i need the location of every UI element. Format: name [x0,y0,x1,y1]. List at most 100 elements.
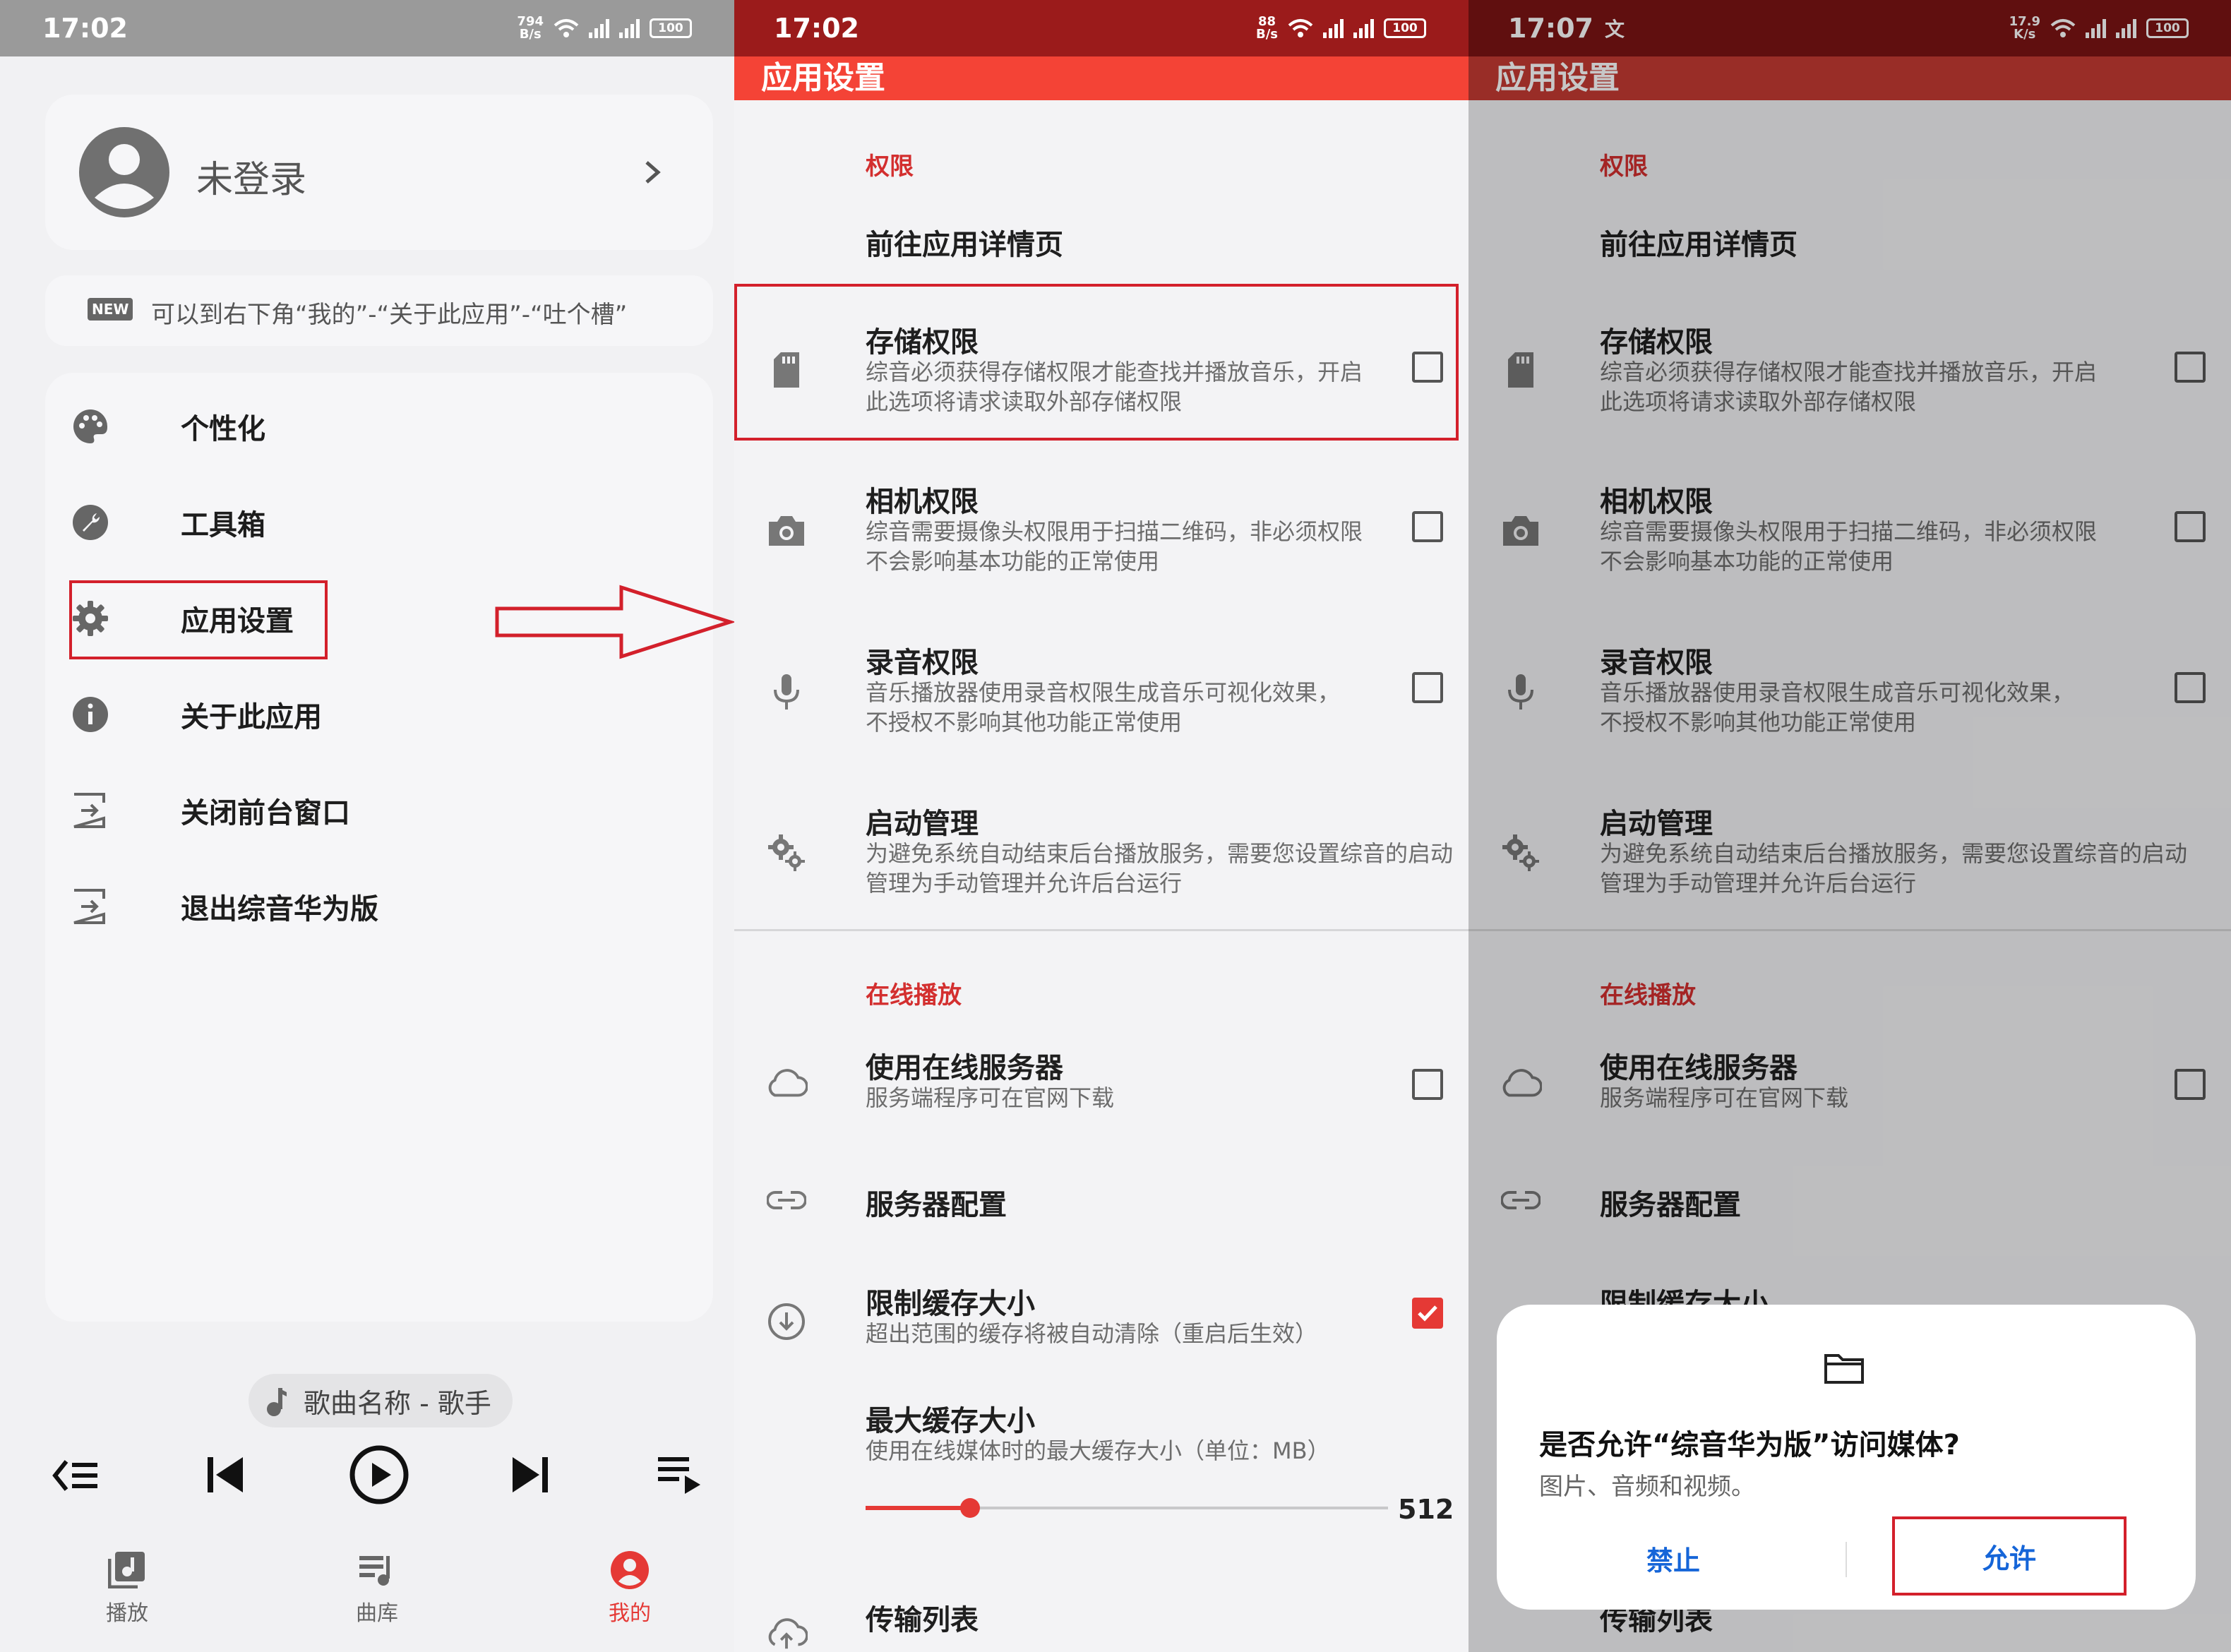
permission-dialog-screen: 17:07 文 17.9 K/s 100 应用设置 权限 前往应用详情页 存储权限… [1469,0,2231,1652]
camera-checkbox[interactable] [1412,511,1443,542]
battery-icon: 100 [650,18,692,38]
notice-text: 可以到右下角“我的”-“关于此应用”-“吐个槽” [151,301,628,329]
wifi-icon [1288,19,1313,37]
permission-dialog: 是否允许“综音华为版”访问媒体? 图片、音频和视频。 禁止 允许 [1497,1305,2196,1610]
menu-label: 退出综音华为版 [181,893,378,926]
setting-app-detail[interactable]: 前往应用详情页 [734,212,1469,275]
cache-slider-fill [866,1506,970,1510]
setting-cache-limit[interactable]: 限制缓存大小 超出范围的缓存将被自动清除（重启后生效） [734,1271,1469,1370]
setting-microphone[interactable]: 录音权限 音乐播放器使用录音权限生成音乐可视化效果，不授权不影响其他功能正常使用 [734,627,1469,761]
setting-title: 录音权限 [866,647,979,679]
nav-label: 播放 [106,1601,148,1626]
battery-icon: 100 [1384,18,1426,38]
highlight-box [69,580,328,659]
menu-item-personalize[interactable]: 个性化 [71,391,265,462]
status-time: 17:02 [42,13,128,44]
info-icon [73,697,108,732]
status-time: 17:02 [774,13,859,44]
setting-title: 相机权限 [866,486,979,518]
deny-button[interactable]: 禁止 [1539,1525,1807,1591]
exit-icon [73,793,105,828]
next-icon[interactable] [511,1454,549,1495]
account-icon [611,1551,649,1589]
folder-icon [1824,1354,1864,1384]
setting-title: 使用在线服务器 [866,1052,1063,1084]
setting-desc: 使用在线媒体时的最大缓存大小（单位：MB） [866,1437,1330,1464]
setting-online-server[interactable]: 使用在线服务器 服务端程序可在官网下载 [734,1038,1469,1130]
wifi-icon [554,19,579,37]
microphone-checkbox[interactable] [1412,672,1443,703]
play-icon[interactable] [349,1444,409,1505]
highlight-box [734,284,1459,441]
section-permissions: 权限 [866,152,914,181]
button-divider [1846,1542,1847,1577]
nav-label: 我的 [609,1601,651,1626]
setting-title: 限制缓存大小 [866,1288,1035,1320]
music-library-icon [107,1552,145,1589]
palette-icon [73,409,108,443]
now-playing-text: 歌曲名称 - 歌手 [304,1387,491,1419]
link-icon [767,1191,806,1209]
status-bar: 17:02 88 B/s 100 [734,0,1469,56]
main-menu-screen: 17:02 794 B/s 100 未登录 NEW 可以到右下角“我的”-“关于此… [0,0,734,1652]
setting-title: 服务器配置 [866,1189,1007,1221]
profile-name: 未登录 [196,159,307,201]
nav-library[interactable]: 曲库 [335,1550,419,1627]
cache-slider-thumb[interactable] [960,1498,980,1518]
setting-desc: 超出范围的缓存将被自动清除（重启后生效） [866,1320,1318,1347]
cloud-upload-icon [768,1618,808,1649]
section-online: 在线播放 [866,981,962,1010]
download-icon [768,1303,805,1340]
chevron-right-icon [645,161,661,184]
online-server-checkbox[interactable] [1412,1069,1443,1100]
menu-item-about[interactable]: 关于此应用 [71,679,322,750]
gears-icon [768,834,805,871]
music-note-icon [267,1388,287,1416]
menu-item-close-foreground[interactable]: 关闭前台窗口 [71,775,350,846]
nav-play[interactable]: 播放 [85,1550,169,1627]
now-playing-chip[interactable]: 歌曲名称 - 歌手 [249,1374,513,1427]
account-circle-icon [79,127,169,217]
dialog-title: 是否允许“综音华为版”访问媒体? [1539,1429,1960,1461]
check-icon [1418,1305,1437,1322]
wrench-icon [73,505,108,540]
signal-icon [589,18,609,38]
queue-music-icon [359,1556,390,1586]
app-bar-title: 应用设置 [734,56,1469,100]
camera-icon [769,516,804,546]
menu-item-exit-app[interactable]: 退出综音华为版 [71,871,378,942]
setting-server-config[interactable]: 服务器配置 [734,1165,1469,1235]
menu-label: 关闭前台窗口 [181,797,350,830]
cloud-icon [768,1069,808,1097]
microphone-icon [774,674,799,710]
menu-label: 工具箱 [181,509,265,541]
exit-icon [73,889,105,924]
dialog-desc: 图片、音频和视频。 [1539,1473,1755,1501]
setting-cache-max: 最大缓存大小 使用在线媒体时的最大缓存大小（单位：MB） 512 [734,1388,1469,1529]
playlist-mode-icon[interactable] [51,1456,100,1495]
new-badge: NEW [88,298,133,321]
net-speed: 88 B/s [1255,14,1278,42]
deny-label: 禁止 [1646,1545,1700,1576]
setting-camera[interactable]: 相机权限 综音需要摄像头权限用于扫描二维码，非必须权限不会影响基本功能的正常使用 [734,466,1469,600]
cache-limit-checkbox[interactable] [1412,1298,1443,1329]
setting-title: 启动管理 [866,808,979,840]
menu-label: 个性化 [181,413,265,445]
setting-desc: 音乐播放器使用录音权限生成音乐可视化效果，不授权不影响其他功能正常使用 [866,679,1341,736]
signal-icon [1323,18,1344,38]
nav-mine[interactable]: 我的 [587,1550,672,1627]
setting-desc: 为避免系统自动结束后台播放服务，需要您设置综音的启动管理为手动管理并允许后台运行 [866,840,1454,897]
setting-startup[interactable]: 启动管理 为避免系统自动结束后台播放服务，需要您设置综音的启动管理为手动管理并允… [734,788,1469,922]
bottom-nav: 播放 曲库 我的 [0,1539,734,1652]
allow-button[interactable]: 允许 [1892,1516,2127,1596]
previous-icon[interactable] [206,1454,244,1495]
profile-card[interactable]: 未登录 [45,95,713,250]
notice-bar[interactable]: NEW 可以到右下角“我的”-“关于此应用”-“吐个槽” [45,275,713,346]
setting-title: 传输列表 [866,1604,979,1636]
arrow-annotation [495,585,734,659]
nav-label: 曲库 [356,1601,398,1626]
menu-item-toolbox[interactable]: 工具箱 [71,487,265,558]
cache-value: 512 [1398,1494,1454,1525]
queue-icon[interactable] [657,1453,702,1497]
setting-transfer-list[interactable]: 传输列表 [734,1581,1469,1652]
